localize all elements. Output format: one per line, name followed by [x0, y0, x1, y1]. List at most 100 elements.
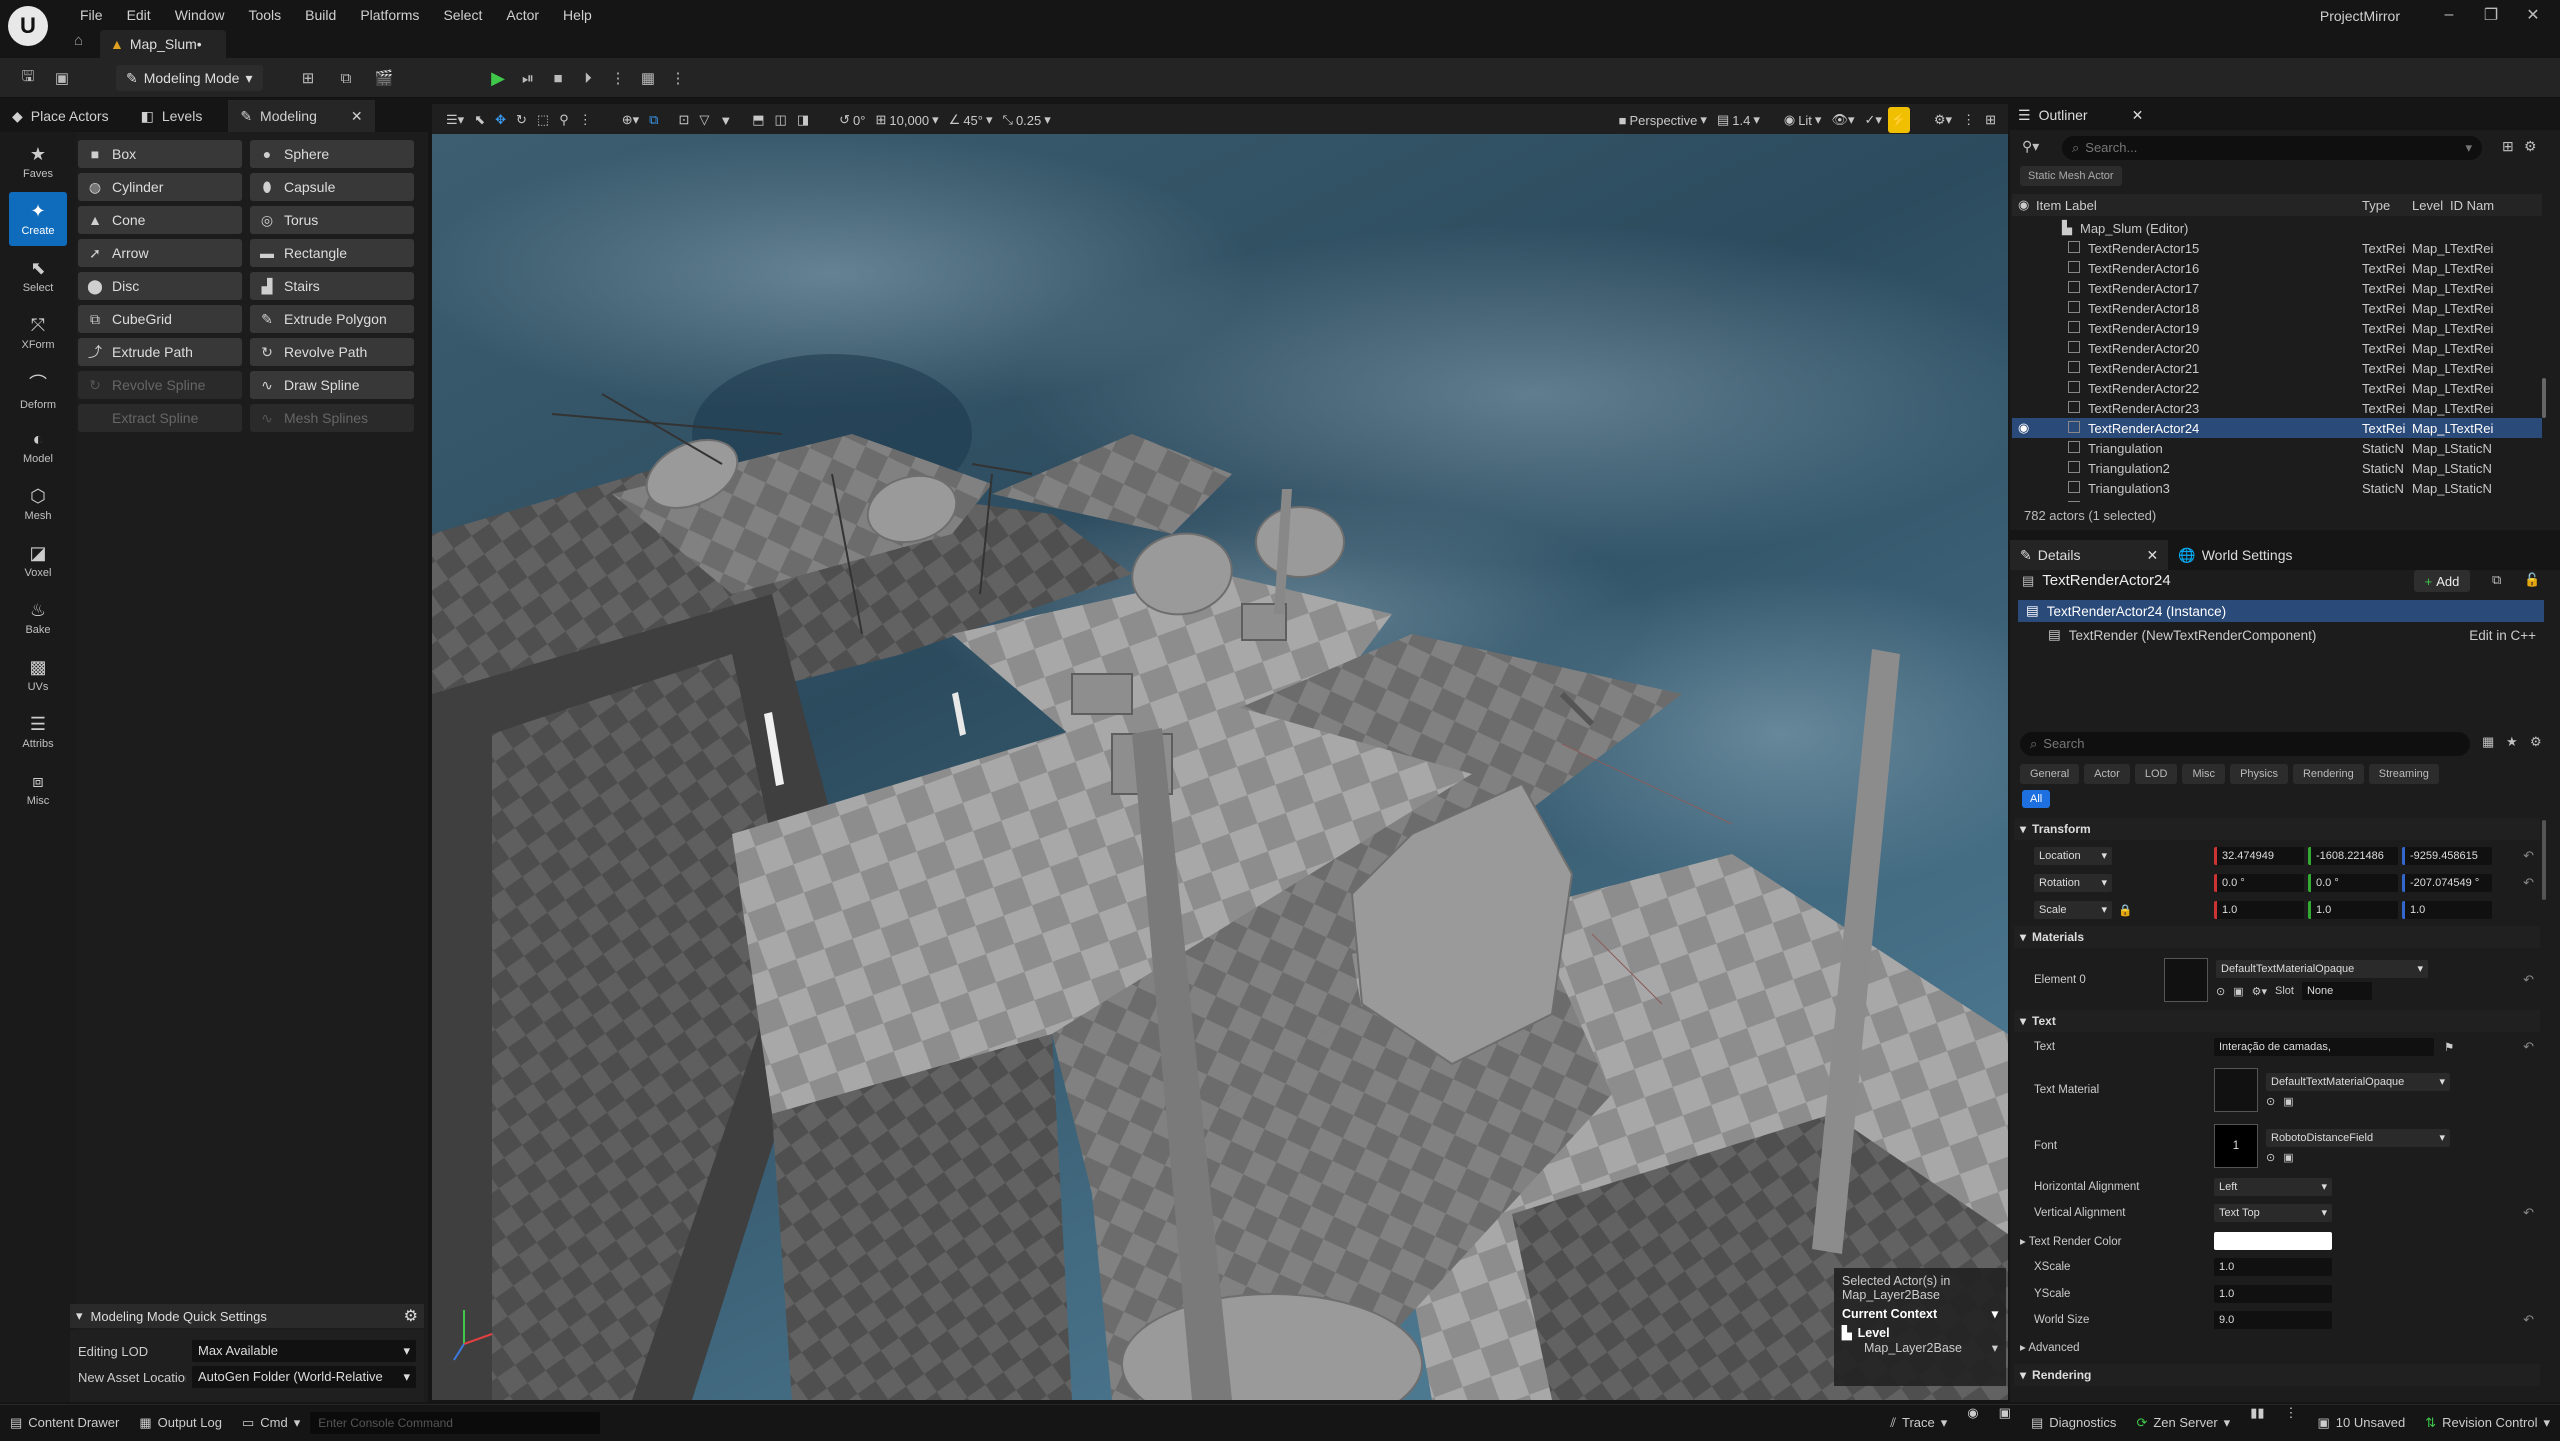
editing-lod-dropdown[interactable]: Max Available ▾: [192, 1340, 416, 1362]
revision-control-dropdown[interactable]: ⇅ Revision Control ▾: [2415, 1405, 2560, 1441]
outliner-row[interactable]: TextRenderActor19 TextRei Map_L TextRei: [2012, 318, 2542, 338]
text-section[interactable]: ▾ Text: [2014, 1010, 2540, 1032]
select-mode-icon[interactable]: ⬉: [470, 107, 489, 133]
rotation-snap-toggle[interactable]: ∠ 45° ▾: [945, 107, 997, 133]
menu-help[interactable]: Help: [553, 0, 602, 30]
tool-revolve-spline[interactable]: ↻ Revolve Spline: [78, 371, 242, 399]
tab-details[interactable]: ✎ Details ✕: [2010, 540, 2169, 570]
blueprint-icon[interactable]: ⧉: [2492, 572, 2501, 588]
filter-icon[interactable]: ⚲▾: [2022, 138, 2039, 155]
material-options-icon[interactable]: ⚙▾: [2252, 985, 2267, 998]
grid-size-toggle[interactable]: ⊞ 10,000 ▾: [871, 107, 942, 133]
tool-box[interactable]: ■ Box: [78, 140, 242, 168]
tool-mesh-splines[interactable]: ∿ Mesh Splines: [250, 404, 414, 432]
viewport-options-icon[interactable]: ☰▾: [442, 107, 468, 133]
save-icon[interactable]: 🖫: [14, 64, 42, 92]
material-dropdown[interactable]: DefaultTextMaterialOpaque ▾: [2216, 960, 2428, 978]
xscale-field[interactable]: 1.0: [2214, 1258, 2332, 1276]
outliner-row[interactable]: ◉ TextRenderActor24 TextRei Map_L TextRei: [2012, 418, 2542, 438]
column-level[interactable]: Level: [2412, 198, 2450, 213]
text-color-label-wrap[interactable]: ▸ Text Render Color: [2014, 1234, 2214, 1248]
text-field[interactable]: Interação de camadas,: [2214, 1038, 2434, 1056]
perspective-dropdown[interactable]: ■ Perspective ▾: [1615, 107, 1711, 133]
outliner-search-input[interactable]: ⌕ Search... ▾: [2062, 136, 2482, 160]
valign-dropdown[interactable]: Text Top ▾: [2214, 1204, 2332, 1222]
cmd-dropdown[interactable]: ▭ Cmd ▾: [232, 1405, 310, 1441]
menu-tools[interactable]: Tools: [238, 0, 291, 30]
performance-icon[interactable]: ✓▾: [1860, 107, 1885, 133]
browse-icon[interactable]: ▣: [2233, 985, 2243, 998]
surface-snap-icon[interactable]: ⊕▾: [618, 107, 643, 133]
category-deform[interactable]: ⌒ Deform: [9, 363, 67, 417]
show-flags-icon[interactable]: 👁▾: [1827, 107, 1858, 133]
reset-icon[interactable]: ↶: [2523, 848, 2534, 864]
advanced-row[interactable]: ▸ Advanced: [2014, 1334, 2544, 1360]
outliner-row[interactable]: TextRenderActor16 TextRei Map_L TextRei: [2012, 258, 2542, 278]
tool-disc[interactable]: ⬤ Disc: [78, 272, 242, 300]
outliner-row[interactable]: Triangulation2 StaticN Map_L StaticN: [2012, 458, 2542, 478]
category-mesh[interactable]: ⬡ Mesh: [9, 477, 67, 531]
asset-location-dropdown[interactable]: AutoGen Folder (World-Relative ▾: [192, 1366, 416, 1388]
more-options-icon[interactable]: ⋮: [1958, 107, 1979, 133]
diagnostics-button[interactable]: ▤ Diagnostics: [2021, 1405, 2127, 1441]
menu-file[interactable]: File: [70, 0, 113, 30]
more-options-icon[interactable]: ⋮: [2275, 1405, 2308, 1441]
filter-physics[interactable]: Physics: [2230, 764, 2288, 784]
rotation-z-field[interactable]: -207.074549 °: [2402, 874, 2492, 892]
location-x-field[interactable]: 32.474949: [2214, 847, 2304, 865]
outliner-row[interactable]: TextRenderActor15 TextRei Map_L TextRei: [2012, 238, 2542, 258]
slot-field[interactable]: None: [2301, 982, 2372, 1000]
gear-icon[interactable]: ⚙: [2530, 734, 2542, 750]
materials-section[interactable]: ▾ Materials: [2014, 926, 2540, 948]
content-drawer-button[interactable]: ▤ Content Drawer: [0, 1405, 129, 1441]
frame-icon[interactable]: ⬒: [748, 107, 768, 133]
outliner-root[interactable]: ▙ Map_Slum (Editor): [2040, 218, 2540, 238]
zen-server-dropdown[interactable]: ⟳ Zen Server ▾: [2126, 1405, 2240, 1441]
category-misc[interactable]: ⧈ Misc: [9, 762, 67, 816]
tool-cylinder[interactable]: ◍ Cylinder: [78, 173, 242, 201]
use-asset-icon[interactable]: ⊙: [2266, 1151, 2275, 1164]
world-size-field[interactable]: 9.0: [2214, 1311, 2332, 1329]
rotation-y-field[interactable]: 0.0 °: [2308, 874, 2398, 892]
tool-extract-spline[interactable]: Extract Spline: [78, 404, 242, 432]
star-icon[interactable]: ★: [2506, 734, 2518, 750]
tab-levels[interactable]: ◧ Levels: [129, 100, 215, 132]
add-folder-icon[interactable]: ⊞: [2502, 138, 2514, 155]
scale-z-field[interactable]: 1.0: [2402, 901, 2492, 919]
settings-icon[interactable]: ⚙▾: [1930, 107, 1956, 133]
use-asset-icon[interactable]: ⊙: [2266, 1095, 2275, 1108]
menu-actor[interactable]: Actor: [496, 0, 549, 30]
rotation-dropdown[interactable]: Rotation ▾: [2034, 874, 2112, 892]
grid-view-icon[interactable]: ▦: [2482, 734, 2494, 750]
yscale-field[interactable]: 1.0: [2214, 1285, 2332, 1303]
outliner-row[interactable]: Triangulation3 StaticN Map_L StaticN: [2012, 478, 2542, 498]
component-instance[interactable]: ▤ TextRenderActor24 (Instance): [2018, 600, 2544, 622]
rotation-x-field[interactable]: 0.0 °: [2214, 874, 2304, 892]
tab-place-actors[interactable]: ◆ Place Actors: [0, 100, 121, 132]
font-thumbnail[interactable]: 1: [2214, 1124, 2258, 1168]
use-asset-icon[interactable]: ⊙: [2216, 985, 2225, 998]
cinematics-icon[interactable]: 🎬: [370, 64, 398, 92]
scale-icon[interactable]: ⬚: [533, 107, 553, 133]
transform-section[interactable]: ▾ Transform: [2014, 818, 2540, 840]
tool-sphere[interactable]: ● Sphere: [250, 140, 414, 168]
column-item-label[interactable]: Item Label: [2036, 198, 2362, 213]
close-icon[interactable]: ✕: [2147, 547, 2159, 564]
close-icon[interactable]: ✕: [2132, 107, 2144, 124]
mode-selector-button[interactable]: ✎ Modeling Mode ▾: [116, 65, 263, 91]
lighting-dropdown[interactable]: ◉ Lit ▾: [1780, 107, 1826, 133]
bounds-icon[interactable]: ⊡: [674, 107, 693, 133]
tool-cone[interactable]: ▲ Cone: [78, 206, 242, 234]
record-icon[interactable]: ◉: [1957, 1405, 1988, 1441]
tool-extrude-polygon[interactable]: ✎ Extrude Polygon: [250, 305, 414, 333]
font-dropdown[interactable]: RobotoDistanceField ▾: [2266, 1128, 2450, 1147]
scale-y-field[interactable]: 1.0: [2308, 901, 2398, 919]
add-actor-icon[interactable]: ⊞: [294, 64, 322, 92]
tool-extrude-path[interactable]: ⤴ Extrude Path: [78, 338, 242, 366]
current-context-header[interactable]: Current Context ▾: [1842, 1306, 1998, 1322]
pivot-icon[interactable]: ▽: [695, 107, 713, 133]
camera-speed-dropdown[interactable]: ▤ 1.4 ▾: [1713, 107, 1764, 133]
rendering-section[interactable]: ▾ Rendering: [2014, 1364, 2540, 1386]
text-material-thumbnail[interactable]: [2214, 1068, 2258, 1112]
stats-icon[interactable]: ▮▮: [2240, 1405, 2274, 1441]
